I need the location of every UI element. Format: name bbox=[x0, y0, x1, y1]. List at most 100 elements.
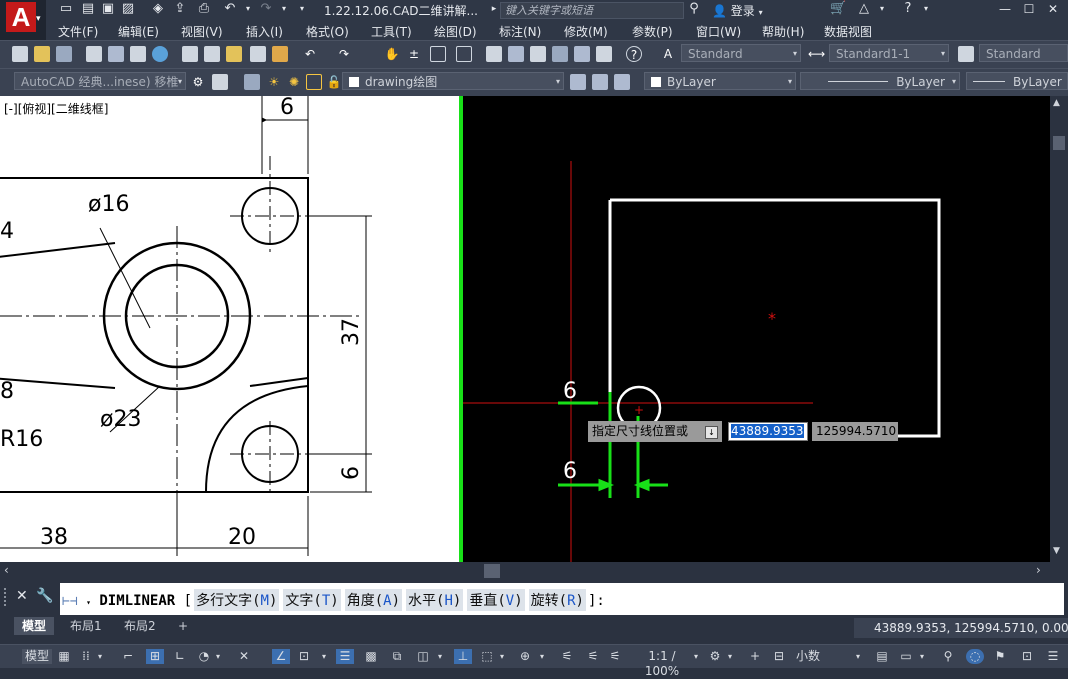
customization-menu-icon[interactable]: ☰ bbox=[1044, 649, 1062, 664]
menu-dimension[interactable]: 标注(N) bbox=[499, 23, 541, 40]
annotation-visibility-icon[interactable]: ⚟ bbox=[558, 649, 576, 664]
color-select[interactable]: ByLayer ▾ bbox=[644, 72, 796, 90]
menu-parametric[interactable]: 参数(P) bbox=[632, 23, 673, 40]
viewport-freeze-icon[interactable] bbox=[306, 74, 322, 90]
down-arrow-icon[interactable]: ↓ bbox=[705, 426, 718, 439]
minimize-button[interactable]: — bbox=[994, 0, 1016, 18]
annotation-monitor-icon[interactable]: ⚑ bbox=[992, 649, 1008, 664]
viewport-controls[interactable]: [-][俯视][二维线框] bbox=[4, 100, 109, 117]
cut-icon[interactable] bbox=[182, 46, 198, 62]
menu-data-view[interactable]: 数据视图 bbox=[824, 23, 872, 40]
quickcalc-icon[interactable] bbox=[596, 46, 612, 62]
option-angle[interactable]: 角度(A) bbox=[344, 589, 403, 611]
object-snap-tracking-icon[interactable]: ∠ bbox=[272, 649, 290, 664]
chevron-down-icon[interactable]: ▾ bbox=[918, 2, 934, 16]
3d-dwf-icon[interactable] bbox=[152, 46, 168, 62]
plot-icon[interactable] bbox=[86, 46, 102, 62]
selection-filter-icon[interactable]: ⬚ bbox=[478, 649, 496, 664]
zoom-window-icon[interactable] bbox=[430, 46, 446, 62]
menu-file[interactable]: 文件(F) bbox=[58, 23, 98, 40]
pan-icon[interactable]: ✋ bbox=[384, 46, 400, 62]
3d-osnap-icon[interactable]: ◫ bbox=[414, 649, 432, 664]
snap-icon[interactable]: ⁞⁞ bbox=[78, 649, 94, 664]
object-snap-icon[interactable]: ⊡ bbox=[296, 649, 312, 664]
option-horizontal[interactable]: 水平(H) bbox=[406, 589, 464, 611]
gizmo-icon[interactable]: ⊕ bbox=[516, 649, 534, 664]
chevron-down-icon[interactable]: ▾ bbox=[86, 598, 91, 607]
menu-modify[interactable]: 修改(M) bbox=[564, 23, 608, 40]
annotation-scale-icon[interactable]: ⚟ bbox=[606, 649, 624, 664]
redo-icon[interactable]: ↷ bbox=[258, 2, 274, 16]
a360-icon[interactable]: △ bbox=[856, 2, 872, 16]
add-layout-button[interactable]: + bbox=[170, 617, 196, 635]
tab-layout1[interactable]: 布局1 bbox=[62, 617, 110, 635]
layer-properties-icon[interactable] bbox=[244, 74, 260, 90]
command-line-input[interactable]: ⊢⊣ ▾ DIMLINEAR [多行文字(M) 文字(T) 角度(A) 水平(H) 垂直… bbox=[60, 583, 1064, 615]
chevron-down-icon[interactable]: ▾ bbox=[874, 2, 890, 16]
lock-ui-icon[interactable]: ▭ bbox=[898, 649, 914, 664]
chevron-down-icon[interactable]: ▾ bbox=[214, 649, 222, 664]
workspace-settings-icon[interactable] bbox=[212, 74, 228, 90]
polar-tracking-icon[interactable]: ◔ bbox=[196, 649, 212, 664]
lineweight-select[interactable]: ByLayer bbox=[966, 72, 1068, 90]
help-icon[interactable]: ? bbox=[626, 46, 642, 62]
redo-icon[interactable]: ↷ bbox=[336, 46, 352, 62]
freeze-icon[interactable]: ✺ bbox=[286, 74, 302, 90]
grip-icon[interactable] bbox=[4, 588, 12, 606]
tab-layout2[interactable]: 布局2 bbox=[116, 617, 164, 635]
menu-window[interactable]: 窗口(W) bbox=[696, 23, 741, 40]
table-style-select[interactable]: Standard bbox=[979, 44, 1068, 62]
wrench-icon[interactable]: 🔧 bbox=[36, 588, 53, 604]
model-space-button[interactable]: 模型 bbox=[22, 649, 52, 664]
zoom-previous-icon[interactable] bbox=[456, 46, 472, 62]
customize-qat-icon[interactable]: ▾ bbox=[294, 2, 310, 16]
infer-constraints-icon[interactable]: ⌐ bbox=[120, 649, 136, 664]
lineweight-icon[interactable]: ☰ bbox=[336, 649, 354, 664]
option-mtext[interactable]: 多行文字(M) bbox=[194, 589, 280, 611]
hardware-acceleration-icon[interactable]: ⚲ bbox=[940, 649, 956, 664]
tool-palettes-icon[interactable] bbox=[530, 46, 546, 62]
dimension-style-select[interactable]: Standard1-1 ▾ bbox=[829, 44, 949, 62]
scroll-thumb[interactable] bbox=[484, 564, 500, 578]
ortho-icon[interactable]: ∟ bbox=[172, 649, 188, 664]
plus-icon[interactable]: + bbox=[746, 649, 764, 664]
cart-icon[interactable]: 🛒 bbox=[830, 2, 846, 16]
chevron-down-icon[interactable]: ▾ bbox=[538, 649, 546, 664]
sheet-set-icon[interactable] bbox=[552, 46, 568, 62]
chevron-down-icon[interactable]: ▾ bbox=[726, 649, 734, 664]
isolate-objects-icon[interactable]: ⊟ bbox=[770, 649, 788, 664]
properties-icon[interactable] bbox=[486, 46, 502, 62]
layer-state-icon[interactable] bbox=[614, 74, 630, 90]
chevron-down-icon[interactable]: ▾ bbox=[436, 649, 444, 664]
zoom-realtime-icon[interactable]: ± bbox=[406, 46, 422, 62]
save-as-icon[interactable]: ▨ bbox=[120, 2, 136, 16]
annotation-scale-select[interactable]: 1:1 / 100% bbox=[630, 649, 694, 678]
open-icon[interactable] bbox=[34, 46, 50, 62]
close-icon[interactable]: ✕ bbox=[16, 588, 28, 604]
menu-format[interactable]: 格式(O) bbox=[306, 23, 349, 40]
chevron-down-icon[interactable]: ▾ bbox=[96, 649, 104, 664]
auto-scale-icon[interactable]: ⚟ bbox=[584, 649, 602, 664]
isodraft-icon[interactable]: ✕ bbox=[236, 649, 252, 664]
tab-model[interactable]: 模型 bbox=[14, 617, 55, 635]
undo-icon[interactable]: ↶ bbox=[222, 2, 238, 16]
help-icon[interactable]: ? bbox=[900, 2, 916, 16]
layer-select[interactable]: drawing绘图 ▾ bbox=[342, 72, 564, 90]
scroll-left-icon[interactable]: ‹ bbox=[4, 563, 9, 577]
dimension-style-icon[interactable]: ⟷ bbox=[808, 46, 825, 62]
menu-insert[interactable]: 插入(I) bbox=[246, 23, 283, 40]
design-center-icon[interactable] bbox=[508, 46, 524, 62]
gear-icon[interactable]: ⚙ bbox=[190, 74, 206, 90]
redo-dropdown-icon[interactable]: ▾ bbox=[276, 2, 292, 16]
menu-tools[interactable]: 工具(T) bbox=[371, 23, 412, 40]
undo-dropdown-icon[interactable]: ▾ bbox=[240, 2, 256, 16]
login-button[interactable]: 👤 登录 ▾ bbox=[712, 2, 763, 19]
fullscreen-icon[interactable]: ⊡ bbox=[1018, 649, 1036, 664]
make-current-layer-icon[interactable] bbox=[570, 74, 586, 90]
quick-properties-icon[interactable]: ▤ bbox=[874, 649, 890, 664]
text-style-select[interactable]: Standard ▾ bbox=[681, 44, 801, 62]
linetype-select[interactable]: ByLayer ▾ bbox=[800, 72, 960, 90]
dynamic-input-icon[interactable]: ⊞ bbox=[146, 649, 164, 664]
new-icon[interactable] bbox=[12, 46, 28, 62]
scroll-thumb[interactable] bbox=[1053, 136, 1065, 150]
